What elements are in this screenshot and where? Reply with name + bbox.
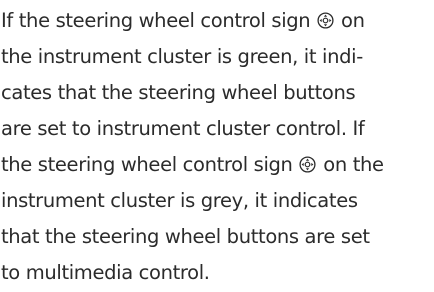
- text-segment: If the steering wheel control sign: [1, 9, 317, 32]
- text-line-7: that the steering wheel buttons are set: [1, 225, 370, 248]
- text-line-4: are set to instrument cluster control. I…: [1, 117, 365, 140]
- text-segment: on the: [317, 153, 384, 176]
- text-line-5: the steering wheel control sign on the: [1, 147, 431, 183]
- steering-wheel-control-icon: [317, 5, 334, 29]
- text-line-8: to multimedia control.: [1, 261, 210, 284]
- text-segment: the steering wheel control sign: [1, 153, 299, 176]
- manual-paragraph: If the steering wheel control sign on th…: [1, 3, 431, 291]
- text-line-6: instrument cluster is grey, it indicates: [1, 189, 358, 212]
- text-line-1: If the steering wheel control sign on: [1, 3, 431, 39]
- text-segment: on: [335, 9, 365, 32]
- text-line-3: cates that the steering wheel buttons: [1, 81, 356, 104]
- steering-wheel-control-icon: [299, 149, 316, 173]
- text-line-2: the instrument cluster is green, it indi…: [1, 45, 363, 68]
